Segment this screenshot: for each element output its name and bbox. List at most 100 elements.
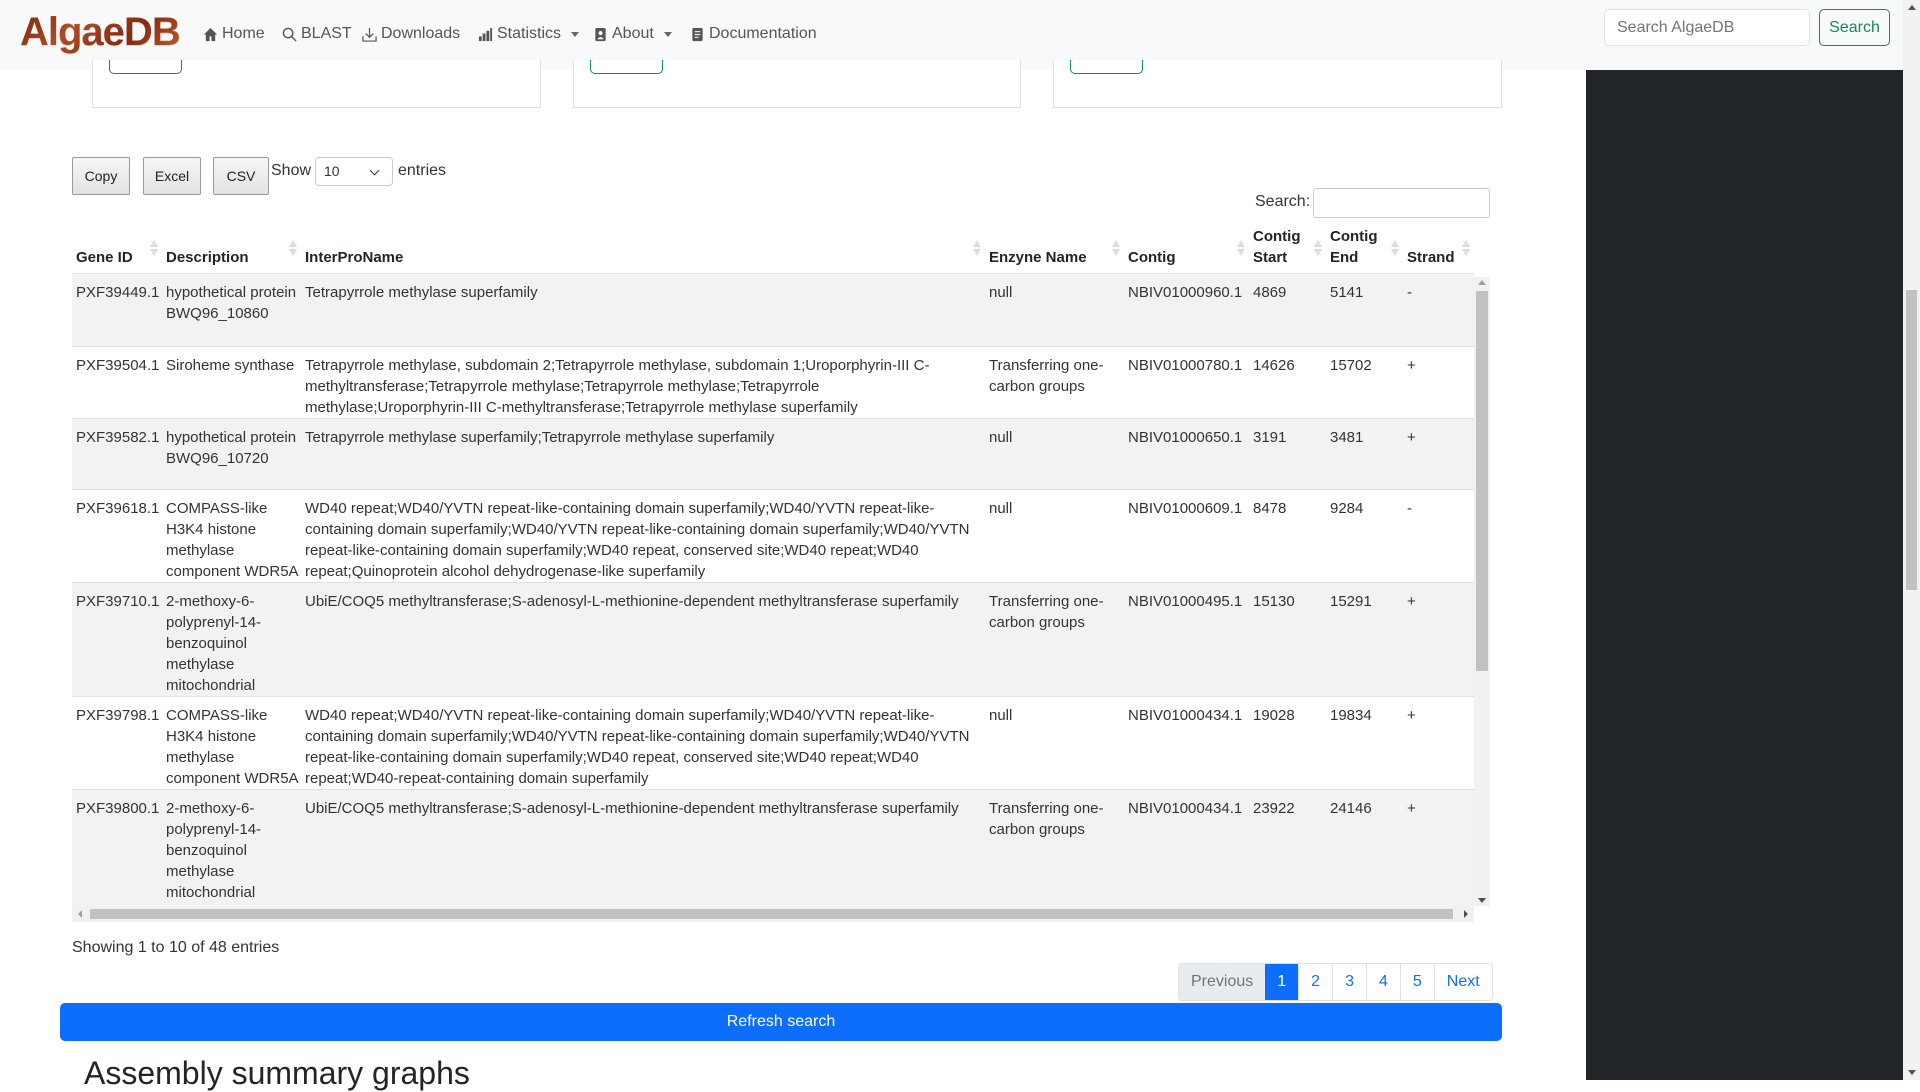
site-search-input[interactable] bbox=[1604, 9, 1810, 46]
nav-documentation[interactable]: Documentation bbox=[690, 25, 817, 43]
table-row[interactable]: PXF39582.1 hypothetical protein BWQ96_107… bbox=[72, 419, 1474, 490]
column-header-contig[interactable]: Contig bbox=[1124, 247, 1237, 268]
pagination-page-1[interactable]: 1 bbox=[1265, 964, 1299, 1000]
nav-statistics[interactable]: Statistics bbox=[478, 25, 580, 43]
cell-interpro-name: Tetrapyrrole methylase, subdomain 2;Tetr… bbox=[305, 357, 930, 416]
table-horizontal-scrollbar[interactable] bbox=[72, 906, 1474, 922]
cell-gene-id: PXF39798.1 bbox=[76, 707, 160, 724]
table-row[interactable]: PXF39504.1 Siroheme synthase Tetrapyrrole … bbox=[72, 347, 1474, 419]
scroll-up-icon[interactable] bbox=[1478, 280, 1486, 285]
nav-home[interactable]: Home bbox=[203, 25, 265, 43]
table-row[interactable]: PXF39449.1 hypothetical protein BWQ96_108… bbox=[72, 274, 1474, 347]
cell-contig-start: 8478 bbox=[1253, 500, 1287, 517]
sort-icon[interactable] bbox=[1391, 240, 1399, 256]
scroll-down-icon[interactable] bbox=[1478, 898, 1486, 903]
column-header-strand[interactable]: Strand bbox=[1403, 247, 1462, 268]
scrollbar-thumb[interactable] bbox=[1906, 290, 1917, 590]
table-vertical-scrollbar[interactable] bbox=[1474, 277, 1490, 906]
cell-strand: + bbox=[1407, 357, 1416, 374]
nav-label: BLAST bbox=[301, 25, 352, 42]
table-row[interactable]: PXF39798.1 COMPASS-like H3K4 histone meth… bbox=[72, 697, 1474, 790]
table-search-input[interactable] bbox=[1313, 188, 1490, 218]
table-search-label: Search: bbox=[1255, 193, 1311, 210]
sort-icon[interactable] bbox=[1314, 240, 1322, 256]
column-header-description[interactable]: Description bbox=[162, 247, 289, 268]
pagination-page-2[interactable]: 2 bbox=[1298, 964, 1333, 1000]
cell-contig: NBIV01000434.1 bbox=[1128, 707, 1243, 724]
table-header: Gene ID Description InterProName Enzyne Nam… bbox=[72, 226, 1474, 274]
column-header-enzyme-name[interactable]: Enzyne Name bbox=[985, 247, 1112, 268]
cell-strand: + bbox=[1407, 429, 1416, 446]
cell-gene-id: PXF39710.1 bbox=[76, 593, 160, 610]
nav-about[interactable]: About bbox=[593, 25, 672, 43]
pagination-page-4[interactable]: 4 bbox=[1365, 964, 1400, 1000]
column-header-contig-start[interactable]: Contig Start bbox=[1249, 226, 1314, 268]
column-header-interpro-name[interactable]: InterProName bbox=[301, 247, 973, 268]
cell-contig: NBIV01000960.1 bbox=[1128, 284, 1243, 301]
page-scrollbar[interactable] bbox=[1903, 0, 1920, 1080]
table-info: Showing 1 to 10 of 48 entries bbox=[72, 939, 280, 956]
nav-label: Documentation bbox=[709, 25, 817, 42]
pagination-next[interactable]: Next bbox=[1433, 964, 1492, 1000]
cell-enzyme-name: null bbox=[989, 500, 1013, 517]
cell-enzyme-name: null bbox=[989, 429, 1013, 446]
cell-interpro-name: UbiE/COQ5 methyltransferase;S-adenosyl-L… bbox=[305, 593, 959, 610]
cell-description: Siroheme synthase bbox=[166, 357, 295, 374]
entries-length-select[interactable]: 10 bbox=[315, 157, 393, 186]
pagination-previous[interactable]: Previous bbox=[1179, 964, 1266, 1000]
caret-down-icon bbox=[571, 31, 580, 37]
sort-icon[interactable] bbox=[289, 240, 297, 256]
section-heading: Assembly summary graphs bbox=[84, 1055, 470, 1091]
nav-blast[interactable]: BLAST bbox=[282, 25, 352, 43]
card-button[interactable] bbox=[1070, 60, 1143, 74]
scroll-left-icon[interactable] bbox=[78, 910, 82, 918]
pagination-page-5[interactable]: 5 bbox=[1399, 964, 1434, 1000]
table-row[interactable]: PXF39710.1 2-methoxy-6-polyprenyl-14-benz… bbox=[72, 583, 1474, 697]
cell-description: COMPASS-like H3K4 histone methylase comp… bbox=[166, 500, 299, 580]
cell-contig-end: 9284 bbox=[1330, 500, 1364, 517]
nav-label: About bbox=[612, 25, 654, 42]
logo[interactable]: AlgaeDB bbox=[20, 10, 181, 55]
dark-side-panel bbox=[1586, 70, 1903, 1080]
table-row[interactable]: PXF39618.1 COMPASS-like H3K4 histone meth… bbox=[72, 490, 1474, 583]
sort-icon[interactable] bbox=[1112, 240, 1120, 256]
pagination-page-3[interactable]: 3 bbox=[1332, 964, 1366, 1000]
table-row[interactable]: PXF39800.1 2-methoxy-6-polyprenyl-14-benz… bbox=[72, 790, 1474, 906]
cell-contig: NBIV01000609.1 bbox=[1128, 500, 1243, 517]
column-header-gene-id[interactable]: Gene ID bbox=[72, 247, 150, 268]
scrollbar-thumb[interactable] bbox=[90, 909, 1453, 919]
cell-description: COMPASS-like H3K4 histone methylase comp… bbox=[166, 707, 299, 787]
scrollbar-thumb[interactable] bbox=[1476, 291, 1488, 671]
cell-enzyme-name: Transferring one-carbon groups bbox=[989, 357, 1104, 395]
cell-contig-end: 24146 bbox=[1330, 800, 1372, 817]
scroll-up-icon[interactable] bbox=[1908, 5, 1916, 10]
nav-downloads[interactable]: Downloads bbox=[362, 25, 460, 43]
cell-contig-end: 15702 bbox=[1330, 357, 1372, 374]
card-button[interactable] bbox=[109, 60, 182, 74]
cell-contig: NBIV01000650.1 bbox=[1128, 429, 1243, 446]
cell-gene-id: PXF39800.1 bbox=[76, 800, 160, 817]
card-button[interactable] bbox=[590, 60, 663, 74]
csv-button[interactable]: CSV bbox=[213, 157, 269, 195]
excel-button[interactable]: Excel bbox=[143, 157, 201, 195]
copy-button[interactable]: Copy bbox=[72, 157, 130, 195]
refresh-search-button[interactable]: Refresh search bbox=[60, 1003, 1502, 1041]
sort-icon[interactable] bbox=[1462, 240, 1470, 256]
sort-icon[interactable] bbox=[1237, 240, 1245, 256]
cell-interpro-name: Tetrapyrrole methylase superfamily bbox=[305, 284, 538, 301]
cell-description: hypothetical protein BWQ96_10860 bbox=[166, 284, 297, 322]
column-header-contig-end[interactable]: Contig End bbox=[1326, 226, 1391, 268]
cell-enzyme-name: Transferring one-carbon groups bbox=[989, 593, 1104, 631]
sort-icon[interactable] bbox=[973, 240, 981, 256]
summary-card bbox=[1053, 60, 1502, 108]
table-body: PXF39449.1 hypothetical protein BWQ96_108… bbox=[72, 274, 1474, 906]
caret-down-icon bbox=[663, 31, 672, 37]
download-icon bbox=[362, 27, 377, 42]
cell-strand: + bbox=[1407, 593, 1416, 610]
cell-interpro-name: WD40 repeat;WD40/YVTN repeat-like-contai… bbox=[305, 707, 970, 787]
search-icon bbox=[282, 27, 297, 42]
site-search-button[interactable]: Search bbox=[1819, 9, 1890, 46]
scroll-right-icon[interactable] bbox=[1464, 910, 1468, 918]
scroll-down-icon[interactable] bbox=[1908, 1070, 1916, 1075]
sort-icon[interactable] bbox=[150, 240, 158, 256]
